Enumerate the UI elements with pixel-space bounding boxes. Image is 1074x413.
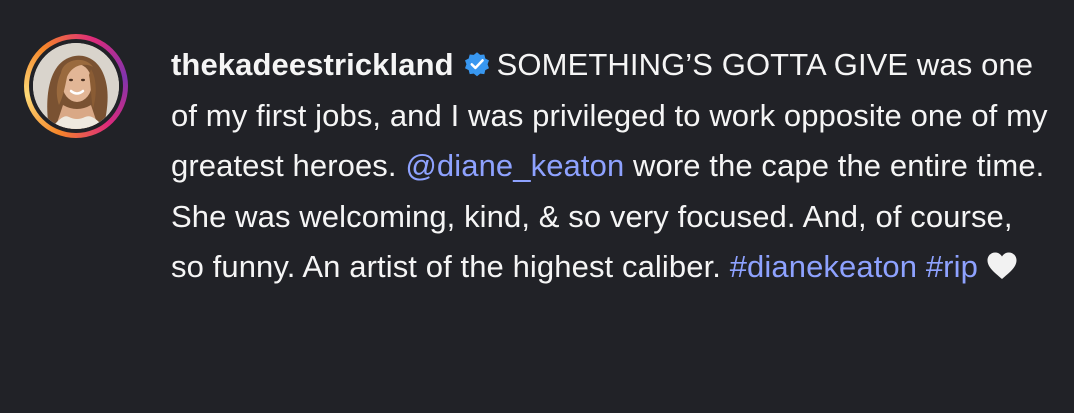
- avatar-photo: [33, 43, 119, 129]
- comment-card: thekadeestrickland SOMETHING’S GOTTA GIVE…: [0, 0, 1074, 413]
- hashtag-link[interactable]: #rip: [926, 249, 978, 284]
- avatar: [33, 43, 119, 129]
- mention-link[interactable]: @diane_keaton: [405, 148, 624, 183]
- white-heart-icon: [987, 252, 1017, 279]
- story-ring-avatar[interactable]: [24, 34, 128, 138]
- verified-badge-icon: [464, 52, 489, 77]
- username-link[interactable]: thekadeestrickland: [171, 47, 454, 82]
- post-caption: thekadeestrickland SOMETHING’S GOTTA GIVE…: [171, 40, 1051, 293]
- hashtag-link[interactable]: #dianekeaton: [730, 249, 917, 284]
